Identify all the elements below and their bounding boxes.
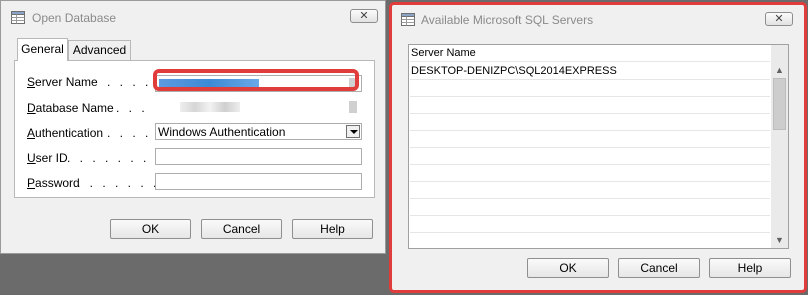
- help-button[interactable]: Help: [292, 219, 373, 239]
- close-icon: ✕: [359, 10, 369, 22]
- row-divider: [410, 61, 770, 62]
- general-tab-panel: Server Name . . . . . . . Database Name …: [14, 60, 375, 198]
- ok-button[interactable]: OK: [527, 258, 609, 278]
- column-header-server-name[interactable]: Server Name: [411, 47, 476, 59]
- blurred-edge: [349, 101, 357, 113]
- tab-advanced-label: Advanced: [72, 43, 127, 57]
- close-icon: ✕: [774, 13, 784, 25]
- row-divider: [410, 147, 770, 148]
- table-icon: [11, 11, 25, 24]
- row-divider: [410, 79, 770, 80]
- tab-advanced[interactable]: Advanced: [68, 40, 131, 60]
- close-button[interactable]: ✕: [350, 9, 378, 23]
- user-id-label: User ID: [27, 151, 68, 165]
- row-divider: [410, 215, 770, 216]
- title-bar[interactable]: Open Database ✕: [1, 1, 385, 33]
- title-bar[interactable]: Available Microsoft SQL Servers ✕: [392, 5, 804, 37]
- user-id-input[interactable]: [155, 148, 362, 165]
- row-divider: [410, 130, 770, 131]
- authentication-value: Windows Authentication: [158, 125, 286, 139]
- row-divider: [410, 113, 770, 114]
- database-name-label: Database Name: [27, 101, 114, 115]
- vertical-scrollbar[interactable]: ▲ ▼: [771, 45, 788, 248]
- row-divider: [410, 232, 770, 233]
- tab-general[interactable]: General: [17, 38, 68, 61]
- server-name-label: Server Name: [27, 75, 98, 89]
- dialog-title: Open Database: [32, 11, 117, 25]
- dropdown-arrow-icon[interactable]: [346, 125, 360, 138]
- password-label: Password: [27, 176, 80, 190]
- scroll-down-icon[interactable]: ▼: [771, 235, 788, 245]
- tab-general-label: General: [21, 42, 64, 56]
- list-item[interactable]: DESKTOP-DENIZPC\SQL2014EXPRESS: [411, 65, 617, 77]
- authentication-label: Authentication: [27, 126, 104, 140]
- close-button[interactable]: ✕: [765, 12, 793, 26]
- database-name-input[interactable]: [155, 98, 362, 115]
- blurred-database-name: [180, 102, 240, 112]
- server-name-highlight: [153, 69, 359, 91]
- row-divider: [410, 198, 770, 199]
- dialog-title: Available Microsoft SQL Servers: [421, 13, 594, 27]
- row-divider: [410, 96, 770, 97]
- available-servers-dialog: Available Microsoft SQL Servers ✕ Server…: [389, 2, 807, 293]
- table-icon: [401, 13, 415, 26]
- scrollbar-thumb[interactable]: [773, 78, 786, 130]
- row-divider: [410, 164, 770, 165]
- cancel-button[interactable]: Cancel: [201, 219, 282, 239]
- open-database-dialog: Open Database ✕ General Advanced Server …: [0, 0, 386, 254]
- cancel-button[interactable]: Cancel: [618, 258, 700, 278]
- ok-button[interactable]: OK: [110, 219, 191, 239]
- scroll-up-icon[interactable]: ▲: [771, 65, 788, 75]
- authentication-select[interactable]: Windows Authentication: [155, 123, 362, 140]
- password-input[interactable]: [155, 173, 362, 190]
- servers-list[interactable]: Server Name DESKTOP-DENIZPC\SQL2014EXPRE…: [408, 44, 789, 249]
- help-button[interactable]: Help: [709, 258, 791, 278]
- row-divider: [410, 181, 770, 182]
